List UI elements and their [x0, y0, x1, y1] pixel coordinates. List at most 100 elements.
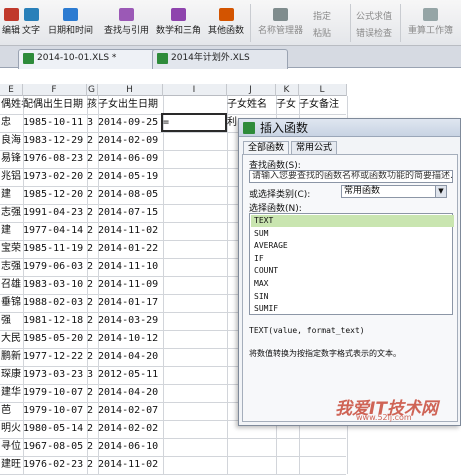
cell-e[interactable]: 大民 [0, 330, 24, 348]
search-function-input[interactable]: 请输入您要查找的函数名称或函数功能的简要描述... [249, 170, 453, 183]
cell-e[interactable]: 易锋 [0, 150, 24, 168]
dialog-title-bar[interactable]: 插入函数 [239, 119, 460, 137]
cell-i[interactable] [162, 96, 228, 114]
cell-f[interactable]: 1976-08-23 [22, 150, 88, 168]
cell-h[interactable]: 2014-07-15 [97, 204, 164, 222]
cell-f[interactable]: 1979-10-07 [22, 384, 88, 402]
cell-f[interactable]: 1985-05-20 [22, 330, 88, 348]
column-header-h[interactable]: H [97, 84, 163, 96]
cell-j[interactable]: 子女姓名 [226, 96, 277, 114]
cell-h[interactable]: 2014-01-17 [97, 294, 164, 312]
cell-h[interactable]: 2014-05-19 [97, 168, 164, 186]
cell-i[interactable] [162, 222, 228, 240]
function-item-sumif[interactable]: SUMIF [251, 303, 454, 315]
function-item-count[interactable]: COUNT [251, 265, 454, 277]
cell-f[interactable]: 1967-08-05 [22, 438, 88, 456]
cell-e[interactable]: 宝荣 [0, 240, 24, 258]
cell-h[interactable]: 2014-11-09 [97, 276, 164, 294]
cell-e[interactable]: 建旺 [0, 456, 24, 474]
cell-h[interactable]: 子女出生日期 [97, 96, 164, 114]
cell-h[interactable]: 2014-10-12 [97, 330, 164, 348]
cell-i[interactable] [162, 438, 228, 456]
column-header-k[interactable]: K [275, 84, 299, 96]
cell-f[interactable]: 1977-04-14 [22, 222, 88, 240]
cell-i[interactable] [162, 456, 228, 474]
cell-i[interactable] [162, 384, 228, 402]
cell-i[interactable] [162, 294, 228, 312]
ribbon-button-10[interactable]: 重算工作簿 [408, 8, 453, 36]
cell-f[interactable]: 1983-03-10 [22, 276, 88, 294]
cell-i[interactable] [162, 240, 228, 258]
cell-i[interactable] [162, 330, 228, 348]
ribbon-button-5[interactable]: 数学和三角 [156, 8, 201, 36]
cell-h[interactable]: 2014-06-09 [97, 150, 164, 168]
tab-2014-plan[interactable]: 2014年计划外.XLS [152, 49, 288, 69]
cell-h[interactable]: 2014-08-05 [97, 186, 164, 204]
cell-f[interactable]: 1973-02-20 [22, 168, 88, 186]
cell-e[interactable]: 寻位 [0, 438, 24, 456]
cell-e[interactable]: 建 [0, 222, 24, 240]
cell-f[interactable]: 配偶出生日期 [22, 96, 88, 114]
cell-f[interactable]: 1977-12-22 [22, 348, 88, 366]
cell-h[interactable]: 2014-03-29 [97, 312, 164, 330]
cell-i[interactable] [162, 348, 228, 366]
cell-i[interactable] [162, 420, 228, 438]
ribbon-button-9[interactable]: 错误检查 [356, 26, 392, 39]
cell-e[interactable]: 兆铝 [0, 168, 24, 186]
define-name-button[interactable]: 指定 [313, 9, 331, 22]
cell-j[interactable] [226, 456, 277, 474]
cell-f[interactable]: 1979-10-07 [22, 402, 88, 420]
cell-e[interactable]: 建 [0, 186, 24, 204]
cell-l[interactable] [298, 456, 348, 474]
function-list[interactable]: TEXT SUM AVERAGE IF COUNT MAX SIN SUMIF [249, 213, 454, 315]
column-header-f[interactable]: F [22, 84, 87, 96]
cell-i[interactable] [162, 402, 228, 420]
cell-i[interactable] [162, 204, 228, 222]
category-select[interactable]: 常用函数 ▼ [341, 185, 447, 198]
tab-common-formulas[interactable]: 常用公式 [291, 141, 338, 155]
cell-i[interactable] [162, 366, 228, 384]
ribbon-button-4[interactable]: 查找与引用 [104, 8, 149, 36]
column-header-e[interactable]: E [0, 84, 23, 96]
cell-e[interactable]: 良海 [0, 132, 24, 150]
cell-h[interactable]: 2014-02-02 [97, 420, 164, 438]
cell-h[interactable]: 2014-11-02 [97, 456, 164, 474]
cell-l[interactable]: 子女备注 [298, 96, 348, 114]
cell-e[interactable]: 垂锦 [0, 294, 24, 312]
cell-e[interactable]: 鹏新 [0, 348, 24, 366]
cell-h[interactable]: 2014-04-20 [97, 384, 164, 402]
cell-e[interactable]: 强 [0, 312, 24, 330]
cell-h[interactable]: 2014-11-10 [97, 258, 164, 276]
cell-f[interactable]: 1991-04-23 [22, 204, 88, 222]
cell-f[interactable]: 1981-12-18 [22, 312, 88, 330]
cell-h[interactable]: 2014-02-09 [97, 132, 164, 150]
cell-f[interactable]: 1985-11-19 [22, 240, 88, 258]
cell-e[interactable]: 明火 [0, 420, 24, 438]
function-item-text[interactable]: TEXT [251, 215, 454, 227]
cell-h[interactable]: 2014-06-10 [97, 438, 164, 456]
ribbon-button-7[interactable]: 名称管理器 [258, 8, 303, 36]
cell-h[interactable]: 2012-05-11 [97, 366, 164, 384]
cell-l[interactable] [298, 438, 348, 456]
column-header-j[interactable]: J [226, 84, 276, 96]
ribbon-button-6[interactable]: 其他函数 [208, 8, 244, 36]
cell-i[interactable] [162, 258, 228, 276]
cell-e[interactable]: 忠 [0, 114, 24, 132]
cell-e[interactable]: 偶姓名 [0, 96, 24, 114]
cell-f[interactable]: 1979-06-03 [22, 258, 88, 276]
function-item-if[interactable]: IF [251, 253, 454, 265]
tab-2014-10-01[interactable]: 2014-10-01.XLS * [18, 49, 170, 69]
cell-f[interactable]: 1973-03-23 [22, 366, 88, 384]
cell-h[interactable]: 2014-11-02 [97, 222, 164, 240]
cell-i[interactable] [162, 312, 228, 330]
tab-all-functions[interactable]: 全部函数 [243, 141, 290, 155]
cell-e[interactable]: 召雄 [0, 276, 24, 294]
cell-i[interactable] [162, 150, 228, 168]
function-item-average[interactable]: AVERAGE [251, 240, 454, 252]
cell-h[interactable]: 2014-09-25 [97, 114, 164, 132]
cell-f[interactable]: 1985-10-11 [22, 114, 88, 132]
cell-k[interactable] [275, 456, 300, 474]
ribbon-button-2[interactable]: 文字 [22, 8, 40, 36]
cell-k[interactable]: 子女 [275, 96, 300, 114]
cell-i[interactable] [162, 168, 228, 186]
